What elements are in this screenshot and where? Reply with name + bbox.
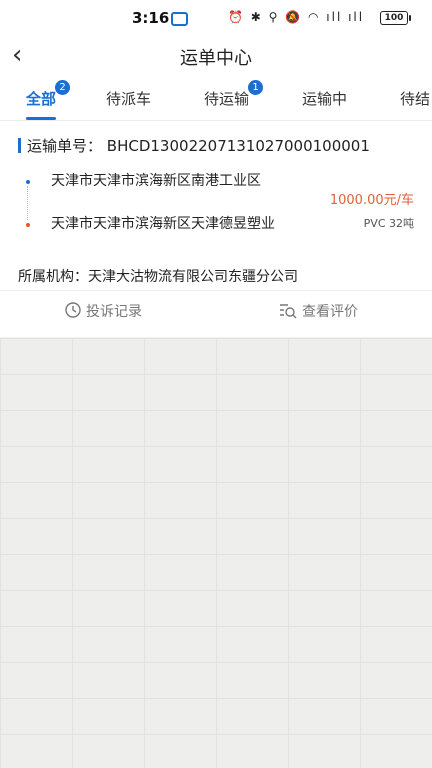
battery-icon: 100 (380, 11, 411, 25)
complaint-records-button[interactable]: 投诉记录 (64, 301, 142, 321)
app-notification-icon (171, 12, 188, 26)
origin-address: 天津市天津市滨海新区南港工业区 (51, 173, 261, 189)
status-bar: 3:16 ⏰ ✱ ⚲ 🔕 ◠ ıll ıll 100 (0, 0, 432, 36)
page-title: 运单中心 (180, 48, 252, 69)
tab-badge: 1 (248, 80, 264, 95)
active-tab-indicator (26, 117, 56, 120)
search-list-icon (280, 304, 297, 319)
empty-area-background (0, 338, 432, 768)
organization-label: 所属机构： (18, 269, 88, 285)
destination-dot-icon (26, 223, 30, 227)
complaint-records-label: 投诉记录 (86, 304, 142, 320)
tab-label: 待运输 (204, 90, 250, 108)
freight-price: 1000.00元/车 (329, 193, 414, 208)
order-number: BHCD13002207131027000100001 (106, 137, 370, 155)
cargo-info: PVC 32吨 (363, 217, 414, 230)
route-line (27, 186, 28, 220)
tab-label: 待派车 (106, 90, 152, 108)
organization-name: 天津大沽物流有限公司东疆分公司 (88, 269, 298, 285)
tab-pending-settlement[interactable]: 待结 (400, 88, 430, 109)
tab-bar: 全部 2 待派车 待运输 1 运输中 待结 (0, 74, 432, 121)
tab-in-transit[interactable]: 运输中 (302, 88, 347, 109)
organization-row: 所属机构：天津大沽物流有限公司东疆分公司 (18, 266, 298, 286)
status-icons: ⏰ ✱ ⚲ 🔕 ◠ ıll ıll (228, 10, 365, 24)
origin-dot-icon (26, 180, 30, 184)
tab-label: 全部 (26, 90, 57, 108)
tab-all[interactable]: 全部 2 (26, 80, 71, 109)
tab-label: 待结 (400, 90, 431, 108)
tab-badge: 2 (55, 80, 71, 95)
divider (0, 290, 432, 291)
nav-bar: ‹ 运单中心 (0, 36, 432, 74)
view-review-button[interactable]: 查看评价 (278, 301, 358, 321)
order-number-row: 运输单号： BHCD13002207131027000100001 (18, 135, 370, 156)
view-review-label: 查看评价 (302, 304, 358, 320)
status-time: 3:16 (132, 9, 170, 27)
order-number-label: 运输单号： (27, 137, 103, 155)
tab-pending-transport[interactable]: 待运输 1 (204, 80, 264, 109)
tab-pending-dispatch[interactable]: 待派车 (106, 88, 151, 109)
tab-label: 运输中 (302, 90, 348, 108)
route-info: 天津市天津市滨海新区南港工业区 天津市天津市滨海新区天津德昱塑业 1000.00… (18, 173, 414, 253)
section-accent-bar (18, 138, 21, 153)
order-card[interactable]: 运输单号： BHCD13002207131027000100001 天津市天津市… (0, 121, 432, 337)
destination-address: 天津市天津市滨海新区天津德昱塑业 (51, 216, 275, 232)
history-clock-icon (65, 302, 81, 318)
